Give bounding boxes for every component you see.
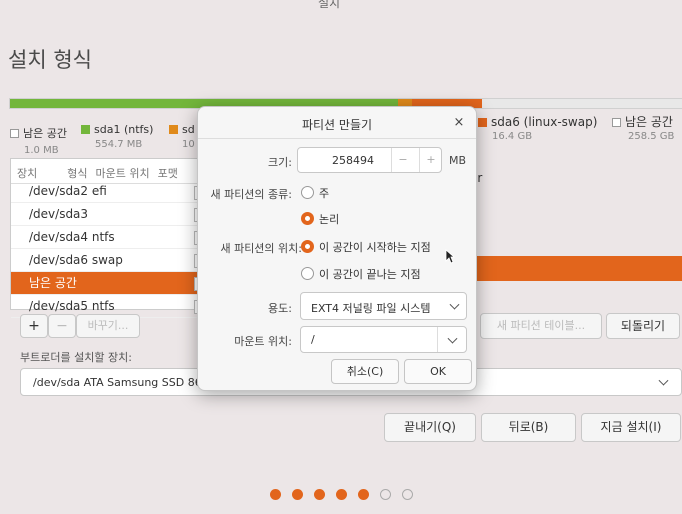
legend-item-free-right: 남은 공간 xyxy=(612,113,673,130)
legend-swatch xyxy=(169,125,178,134)
progress-dot xyxy=(292,489,303,500)
use-as-label: 용도: xyxy=(268,302,292,315)
change-partition-button[interactable]: 바꾸기... xyxy=(76,314,140,338)
chevron-down-icon xyxy=(658,375,669,386)
bootloader-device-value: /dev/sda ATA Samsung SSD 860 xyxy=(33,376,209,389)
size-decrement-button[interactable]: − xyxy=(391,148,414,172)
window-title-fragment: 설치 xyxy=(318,0,341,10)
legend-swatch xyxy=(478,118,487,127)
chevron-down-icon xyxy=(449,299,460,310)
table-row-selected-extension[interactable] xyxy=(470,256,682,281)
legend-size: 10 xyxy=(182,139,195,150)
legend-item-sd: sd xyxy=(169,123,195,136)
legend-label: sda1 (ntfs) xyxy=(94,123,154,136)
new-partition-table-button[interactable]: 새 파티션 테이블... xyxy=(480,313,602,339)
column-mount[interactable]: 마운트 위치 xyxy=(96,167,150,180)
legend-label: 남은 공간 xyxy=(625,115,673,129)
use-as-select[interactable]: EXT4 저널링 파일 시스템 xyxy=(300,292,467,320)
table-row[interactable]: /dev/sda2 efi xyxy=(11,184,206,203)
size-spinbox[interactable]: 258494 − + xyxy=(297,147,442,173)
legend-swatch xyxy=(10,129,19,138)
back-button[interactable]: 뒤로(B) xyxy=(481,413,576,442)
column-format[interactable]: 포맷 xyxy=(158,167,178,180)
legend-size: 554.7 MB xyxy=(95,139,143,150)
partition-type-primary-label[interactable]: 주 xyxy=(319,185,329,201)
progress-dot xyxy=(314,489,325,500)
legend-size: 1.0 MB xyxy=(24,145,59,156)
close-icon[interactable]: × xyxy=(448,112,470,134)
column-type[interactable]: 형식 xyxy=(67,167,87,180)
location-end-radio[interactable] xyxy=(301,267,314,280)
bootloader-label: 부트로더를 설치할 장치: xyxy=(20,351,132,364)
progress-dot xyxy=(270,489,281,500)
table-row[interactable]: /dev/sda4 ntfs xyxy=(11,226,206,249)
partition-type-label: 새 파티션의 종류: xyxy=(210,188,292,201)
location-end-label[interactable]: 이 공간이 끝나는 지점 xyxy=(319,266,421,282)
create-partition-dialog: 파티션 만들기 × 크기: 258494 − + MB 새 파티션의 종류: 주… xyxy=(197,106,477,391)
progress-dot xyxy=(358,489,369,500)
partition-type-logical-radio[interactable] xyxy=(301,212,314,225)
row-text: /dev/sda5 ntfs xyxy=(29,299,115,313)
row-text: 남은 공간 xyxy=(29,276,77,290)
progress-dot xyxy=(402,489,413,500)
table-header: 장치 형식 마운트 위치 포맷 xyxy=(11,159,206,184)
remove-partition-button[interactable]: − xyxy=(48,314,76,338)
use-as-value: EXT4 저널링 파일 시스템 xyxy=(311,302,431,315)
legend-swatch xyxy=(612,118,621,127)
legend-item-sda1: sda1 (ntfs) xyxy=(81,123,153,136)
location-start-label[interactable]: 이 공간이 시작하는 지점 xyxy=(319,239,431,255)
revert-button[interactable]: 되돌리기 xyxy=(606,313,680,339)
legend-size: 258.5 GB xyxy=(628,131,675,142)
partition-location-label: 새 파티션의 위치: xyxy=(220,242,302,255)
progress-dot xyxy=(336,489,347,500)
mount-point-dropdown-button[interactable] xyxy=(437,327,466,352)
row-text: /dev/sda4 ntfs xyxy=(29,230,115,244)
column-device[interactable]: 장치 xyxy=(17,167,37,180)
progress-dot xyxy=(380,489,391,500)
partition-table[interactable]: 장치 형식 마운트 위치 포맷 /dev/sda2 efi /dev/sda3 /de… xyxy=(10,158,207,318)
mouse-cursor-icon xyxy=(445,249,455,264)
row-text: /dev/sda3 xyxy=(29,207,89,221)
size-label: 크기: xyxy=(268,156,292,169)
mount-point-label: 마운트 위치: xyxy=(234,335,292,348)
dialog-title: 파티션 만들기 xyxy=(301,118,373,132)
partition-type-logical-label[interactable]: 논리 xyxy=(319,211,339,227)
add-partition-button[interactable]: + xyxy=(20,314,48,338)
size-unit: MB xyxy=(449,154,467,167)
dialog-divider xyxy=(198,138,476,139)
legend-swatch xyxy=(81,125,90,134)
legend-label: sd xyxy=(182,123,195,136)
size-value: 258494 xyxy=(332,154,374,167)
row-text: /dev/sda2 efi xyxy=(29,184,107,198)
chevron-down-icon xyxy=(447,333,458,344)
legend-item-sda6: sda6 (linux-swap) xyxy=(478,115,597,129)
table-row[interactable]: /dev/sda3 xyxy=(11,203,206,226)
row-text: /dev/sda6 swap xyxy=(29,253,123,267)
legend-label: 남은 공간 xyxy=(23,127,67,140)
location-start-radio[interactable] xyxy=(301,240,314,253)
size-increment-button[interactable]: + xyxy=(419,148,442,172)
table-row[interactable]: /dev/sda6 swap xyxy=(11,249,206,272)
mount-point-combo[interactable]: / xyxy=(300,326,467,353)
mount-point-value: / xyxy=(311,333,315,346)
table-row-selected[interactable]: 남은 공간 xyxy=(11,272,206,295)
legend-size: 16.4 GB xyxy=(492,131,533,142)
install-now-button[interactable]: 지금 설치(I) xyxy=(581,413,681,442)
quit-button[interactable]: 끝내기(Q) xyxy=(384,413,476,442)
partition-type-primary-radio[interactable] xyxy=(301,186,314,199)
legend-label: sda6 (linux-swap) xyxy=(491,115,598,129)
legend-item-free-left: 남은 공간 xyxy=(10,125,67,141)
ok-button[interactable]: OK xyxy=(404,359,472,384)
page-title: 설치 형식 xyxy=(8,48,92,72)
cancel-button[interactable]: 취소(C) xyxy=(331,359,399,384)
